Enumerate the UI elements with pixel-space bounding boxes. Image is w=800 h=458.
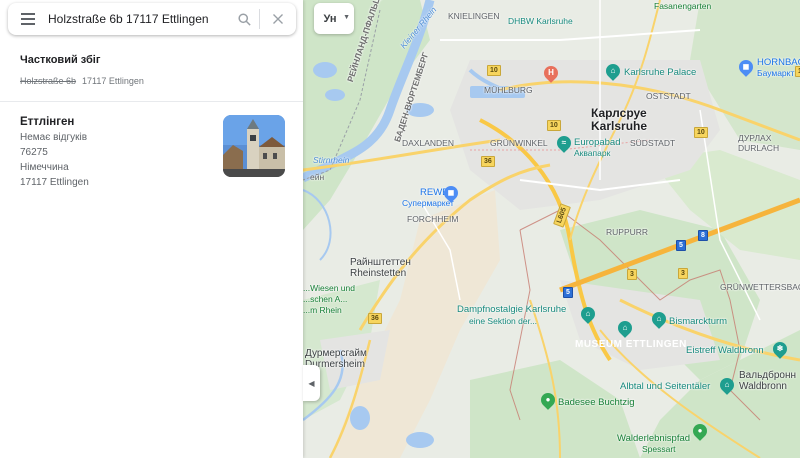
map-label-albtal[interactable]: Albtal und Seitentäler <box>620 381 710 392</box>
place-address: 17117 Ettlingen <box>20 177 89 188</box>
place-photo[interactable] <box>223 115 285 177</box>
map-label-spessart: Spessart <box>642 444 676 454</box>
palace-pin-icon[interactable]: ⌂ <box>603 61 623 81</box>
map-label-durmersheim-uk: Дурмерсгайм <box>305 348 367 359</box>
europabad-pin-icon[interactable]: ≈ <box>554 133 574 153</box>
road-shield-36: 36 <box>368 313 382 324</box>
map-label-forchheim: FORCHHEIM <box>407 214 459 224</box>
map-label-europabad[interactable]: Europabad <box>574 137 620 148</box>
map-label-durlach-uk: ДУРЛАХ <box>738 133 772 143</box>
map-label-waldbronn: Waldbronn <box>739 381 787 392</box>
map-label-hornbach-sub: Баумаркт <box>757 68 795 78</box>
map-label-stirnrhein: Stirnrhein <box>313 155 350 165</box>
museum-pin-icon[interactable]: ⌂ <box>615 318 635 338</box>
partial-match-rest: 17117 Ettlingen <box>82 76 144 86</box>
layers-button[interactable]: Ун ▼ <box>314 3 354 34</box>
map-label-wiesen-3: ...m Rhein <box>303 305 342 315</box>
walderlebnis-pin-icon[interactable]: ● <box>690 421 710 441</box>
map-label-waldbronn-uk: Вальдбронн <box>739 370 797 381</box>
map-label-sudstadt: SÜDSTADT <box>630 138 676 148</box>
road-shield-10: 10 <box>694 127 708 138</box>
albtal-pin-icon[interactable]: ⌂ <box>717 375 737 395</box>
road-shield-36: 36 <box>481 156 495 167</box>
map-label-europabad-sub: Аквапарк <box>574 148 611 158</box>
place-name: Еттлінген <box>20 116 75 128</box>
map-label-badesee[interactable]: Badesee Buchtzig <box>558 397 635 408</box>
map-label-wiesen-1: ...Wiesen und <box>303 283 355 293</box>
map-label-palace[interactable]: Karlsruhe Palace <box>624 67 696 78</box>
collapse-panel-button[interactable]: ◀ <box>303 365 320 401</box>
map-label-rhein-fragment: ейн <box>310 172 325 182</box>
bismarck-pin-icon[interactable]: ⌂ <box>649 309 669 329</box>
hospital-pin-icon[interactable]: H <box>541 63 561 83</box>
search-input[interactable] <box>48 4 229 34</box>
road-shield-10: 10 <box>795 66 800 77</box>
eistreff-pin-icon[interactable]: ❄ <box>770 339 790 359</box>
map-label-walderlebnis[interactable]: Walderlebnispfad <box>617 433 690 444</box>
badesee-pin-icon[interactable]: ● <box>538 390 558 410</box>
map-label-fasanengarten: Fasanengarten <box>654 1 712 11</box>
map-label-ruppurr: RUPPURR <box>606 227 649 237</box>
rewe-pin-icon[interactable]: ◼ <box>441 183 461 203</box>
place-result[interactable]: Еттлінген Немає відгуків 76275 Німеччина… <box>0 102 303 192</box>
map-label-eistreff[interactable]: Eistreff Waldbronn <box>686 345 764 356</box>
road-shield-3: 3 <box>678 268 688 279</box>
map-label-bismarck[interactable]: Bismarckturm <box>669 316 727 327</box>
hornbach-pin-icon[interactable]: ◼ <box>736 57 756 77</box>
search-icon[interactable] <box>229 3 259 35</box>
map-label-rheinstetten: Rheinstetten <box>350 268 407 279</box>
place-country: Німеччина <box>20 162 69 173</box>
map-label-dhbw: DHBW Karlsruhe <box>508 16 573 26</box>
autobahn-shield-5: 5 <box>563 287 573 298</box>
search-box <box>8 3 296 35</box>
close-icon[interactable] <box>260 3 296 35</box>
map-label-grunwinkel: GRÜNWINKEL <box>490 138 548 148</box>
autobahn-shield-8: 8 <box>698 230 708 241</box>
road-shield-10: 10 <box>547 120 561 131</box>
layers-label: Ун <box>323 12 337 25</box>
chevron-left-icon: ◀ <box>308 378 315 388</box>
side-panel: Частковий збіг Holzstraße 6b 17117 Ettlin… <box>0 0 303 458</box>
map-label-knielingen: KNIELINGEN <box>448 11 500 21</box>
map-label-karlsruhe: Karlsruhe <box>591 119 648 133</box>
partial-match-heading: Частковий збіг <box>20 54 101 66</box>
partial-match-struck: Holzstraße 6b <box>20 76 77 86</box>
map-label-wiesen-2: ...schen A... <box>303 294 348 304</box>
road-shield-3: 3 <box>627 269 637 280</box>
place-reviews: Немає відгуків <box>20 132 88 143</box>
road-shield-10: 10 <box>487 65 501 76</box>
map-label-daxlanden: DAXLANDEN <box>402 138 454 148</box>
maps-app: KNIELINGEN DHBW Karlsruhe MÜHLBURG Карлс… <box>0 0 800 458</box>
map-label-oststadt: OSTSTADT <box>646 91 691 101</box>
map-label-wettersbach: GRÜNWETTERSBACH <box>720 282 800 292</box>
map-label-rheinstetten-uk: Райнштеттен <box>350 257 411 268</box>
dampf-pin-icon[interactable]: ⌂ <box>578 304 598 324</box>
map-label-hornbach[interactable]: HORNBAC <box>757 57 800 68</box>
autobahn-shield-5: 5 <box>676 240 686 251</box>
chevron-down-icon: ▼ <box>343 14 350 21</box>
map-label-durlach: DURLACH <box>738 143 780 153</box>
map-label-museum[interactable]: MUSEUM ETTLINGEN <box>575 340 687 350</box>
map-label-dampf-sub: eine Sektion der... <box>469 316 538 326</box>
menu-icon[interactable] <box>8 3 48 35</box>
partial-match-detail: Holzstraße 6b 17117 Ettlingen <box>20 76 144 86</box>
map-label-muhlburg: MÜHLBURG <box>484 85 533 95</box>
place-postal: 76275 <box>20 147 48 158</box>
map-label-dampf[interactable]: Dampfnostalgie Karlsruhe <box>457 304 566 315</box>
